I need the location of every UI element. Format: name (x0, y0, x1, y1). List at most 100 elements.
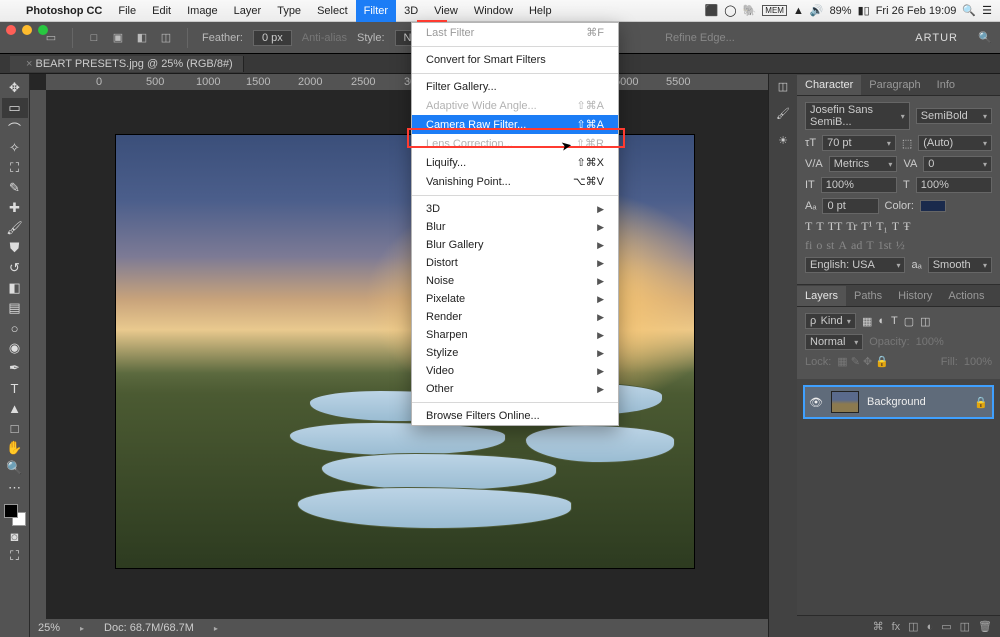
filter-shape-icon[interactable]: ▢ (904, 315, 914, 328)
menu-3d-sub[interactable]: 3D (412, 200, 618, 218)
leading-input[interactable]: (Auto)▾ (918, 135, 992, 151)
menu-pixelate-sub[interactable]: Pixelate (412, 290, 618, 308)
intersect-selection-icon[interactable]: ◫ (159, 31, 173, 45)
marquee-tool[interactable]: ▭ (2, 98, 28, 118)
brush-panel-icon[interactable]: 🖌 (776, 107, 790, 120)
dropbox-icon[interactable]: ⬛ (705, 4, 719, 17)
adjustments-panel-icon[interactable]: ☀ (778, 134, 788, 147)
menu-blur-gallery-sub[interactable]: Blur Gallery (412, 236, 618, 254)
menu-video-sub[interactable]: Video (412, 362, 618, 380)
clone-stamp-tool[interactable]: ⛊ (2, 238, 28, 258)
zoom-window-icon[interactable] (38, 25, 48, 35)
menu-3d[interactable]: 3D (396, 0, 426, 22)
menu-noise-sub[interactable]: Noise (412, 272, 618, 290)
menu-liquify[interactable]: Liquify...⇧⌘X (412, 153, 618, 172)
menu-file[interactable]: File (110, 0, 144, 22)
anti-alias-select[interactable]: Smooth▾ (928, 257, 992, 273)
volume-icon[interactable]: 🔊 (810, 4, 824, 17)
menu-filter[interactable]: Filter (356, 0, 396, 22)
zoom-tool[interactable]: 🔍 (2, 458, 28, 478)
mask-icon[interactable]: ◫ (908, 620, 918, 633)
mem-icon[interactable]: MEM (762, 5, 787, 16)
doc-info[interactable]: Doc: 68.7M/68.7M (104, 622, 194, 634)
feather-input[interactable]: 0 px (253, 30, 292, 46)
menu-layer[interactable]: Layer (226, 0, 270, 22)
subtract-selection-icon[interactable]: ◧ (135, 31, 149, 45)
font-weight-select[interactable]: SemiBold▾ (916, 108, 992, 124)
tab-paragraph[interactable]: Paragraph (861, 75, 928, 95)
menu-other-sub[interactable]: Other (412, 380, 618, 398)
color-swatches[interactable] (4, 504, 26, 526)
canvas-area[interactable]: 0 500 1000 1500 2000 2500 3000 3500 4000… (30, 74, 768, 637)
menu-render-sub[interactable]: Render (412, 308, 618, 326)
brush-tool[interactable]: 🖌 (2, 218, 28, 238)
menu-adaptive-wide-angle[interactable]: Adaptive Wide Angle...⇧⌘A (412, 96, 618, 115)
layer-fx-icon[interactable]: fx (892, 621, 901, 633)
minimize-window-icon[interactable] (22, 25, 32, 35)
tab-history[interactable]: History (890, 286, 940, 306)
visibility-toggle-icon[interactable]: 👁 (809, 396, 823, 409)
type-tool[interactable]: T (2, 378, 28, 398)
gradient-tool[interactable]: ▤ (2, 298, 28, 318)
menu-filter-gallery[interactable]: Filter Gallery... (412, 78, 618, 96)
vscale-input[interactable]: 100% (821, 177, 897, 193)
tab-actions[interactable]: Actions (940, 286, 992, 306)
font-family-select[interactable]: Josefin Sans SemiB...▾ (805, 102, 910, 130)
baseline-input[interactable]: 0 pt (822, 198, 878, 214)
menu-camera-raw-filter[interactable]: Camera Raw Filter...⇧⌘A (412, 115, 618, 134)
evernote-icon[interactable]: 🐘 (743, 4, 757, 17)
rectangle-tool[interactable]: □ (2, 418, 28, 438)
screen-mode-toggle[interactable]: ⛶ (2, 546, 28, 566)
layer-thumbnail[interactable] (831, 391, 859, 413)
superscript-button[interactable]: T¹ (861, 219, 872, 234)
blur-tool[interactable]: ○ (2, 318, 28, 338)
filter-type-icon[interactable]: T (891, 315, 898, 327)
underline-button[interactable]: T (892, 219, 899, 234)
menu-blur-sub[interactable]: Blur (412, 218, 618, 236)
layer-name[interactable]: Background (867, 396, 926, 408)
strikethrough-button[interactable]: Ŧ (903, 219, 910, 234)
tracking-input[interactable]: 0▾ (923, 156, 992, 172)
zoom-level[interactable]: 25% (38, 622, 60, 634)
new-selection-icon[interactable]: □ (87, 31, 101, 45)
smallcaps-button[interactable]: Tr (846, 219, 857, 234)
tab-paths[interactable]: Paths (846, 286, 890, 306)
healing-brush-tool[interactable]: ✚ (2, 198, 28, 218)
wifi-icon[interactable]: ▲ (793, 5, 804, 17)
filter-smart-icon[interactable]: ◫ (920, 315, 930, 328)
move-tool[interactable]: ✥ (2, 78, 28, 98)
menu-image[interactable]: Image (179, 0, 226, 22)
color-panel-icon[interactable]: ◫ (778, 80, 788, 93)
filter-pixel-icon[interactable]: ▦ (862, 315, 872, 328)
add-selection-icon[interactable]: ▣ (111, 31, 125, 45)
link-layers-icon[interactable]: ⌘ (873, 620, 884, 633)
new-layer-icon[interactable]: ◫ (960, 620, 970, 633)
tab-layers[interactable]: Layers (797, 286, 846, 306)
document-tab[interactable]: × BEART PRESETS.jpg @ 25% (RGB/8#) (10, 56, 244, 72)
menu-stylize-sub[interactable]: Stylize (412, 344, 618, 362)
group-icon[interactable]: ▭ (941, 620, 951, 633)
quick-mask-toggle[interactable]: ◙ (2, 526, 28, 546)
eyedropper-tool[interactable]: ✎ (2, 178, 28, 198)
layer-row-background[interactable]: 👁 Background 🔒 (803, 385, 994, 419)
menu-edit[interactable]: Edit (144, 0, 179, 22)
pen-tool[interactable]: ✒ (2, 358, 28, 378)
language-select[interactable]: English: USA▾ (805, 257, 905, 273)
app-name[interactable]: Photoshop CC (18, 0, 110, 22)
path-selection-tool[interactable]: ▲ (2, 398, 28, 418)
menu-window[interactable]: Window (466, 0, 521, 22)
hand-tool[interactable]: ✋ (2, 438, 28, 458)
tab-character[interactable]: Character (797, 75, 861, 95)
subscript-button[interactable]: T₁ (876, 219, 888, 234)
faux-bold-button[interactable]: T (805, 219, 812, 234)
cc-icon[interactable]: ◯ (724, 4, 736, 17)
menu-browse-filters-online[interactable]: Browse Filters Online... (412, 407, 618, 425)
menu-view[interactable]: View (426, 0, 466, 22)
allcaps-button[interactable]: TT (828, 219, 843, 234)
hscale-input[interactable]: 100% (916, 177, 992, 193)
menu-help[interactable]: Help (521, 0, 560, 22)
refine-edge-button[interactable]: Refine Edge... (665, 32, 735, 44)
text-color-swatch[interactable] (920, 200, 946, 212)
filter-kind-select[interactable]: ρKind▾ (805, 313, 856, 329)
filter-adjust-icon[interactable]: ◐ (878, 315, 885, 327)
